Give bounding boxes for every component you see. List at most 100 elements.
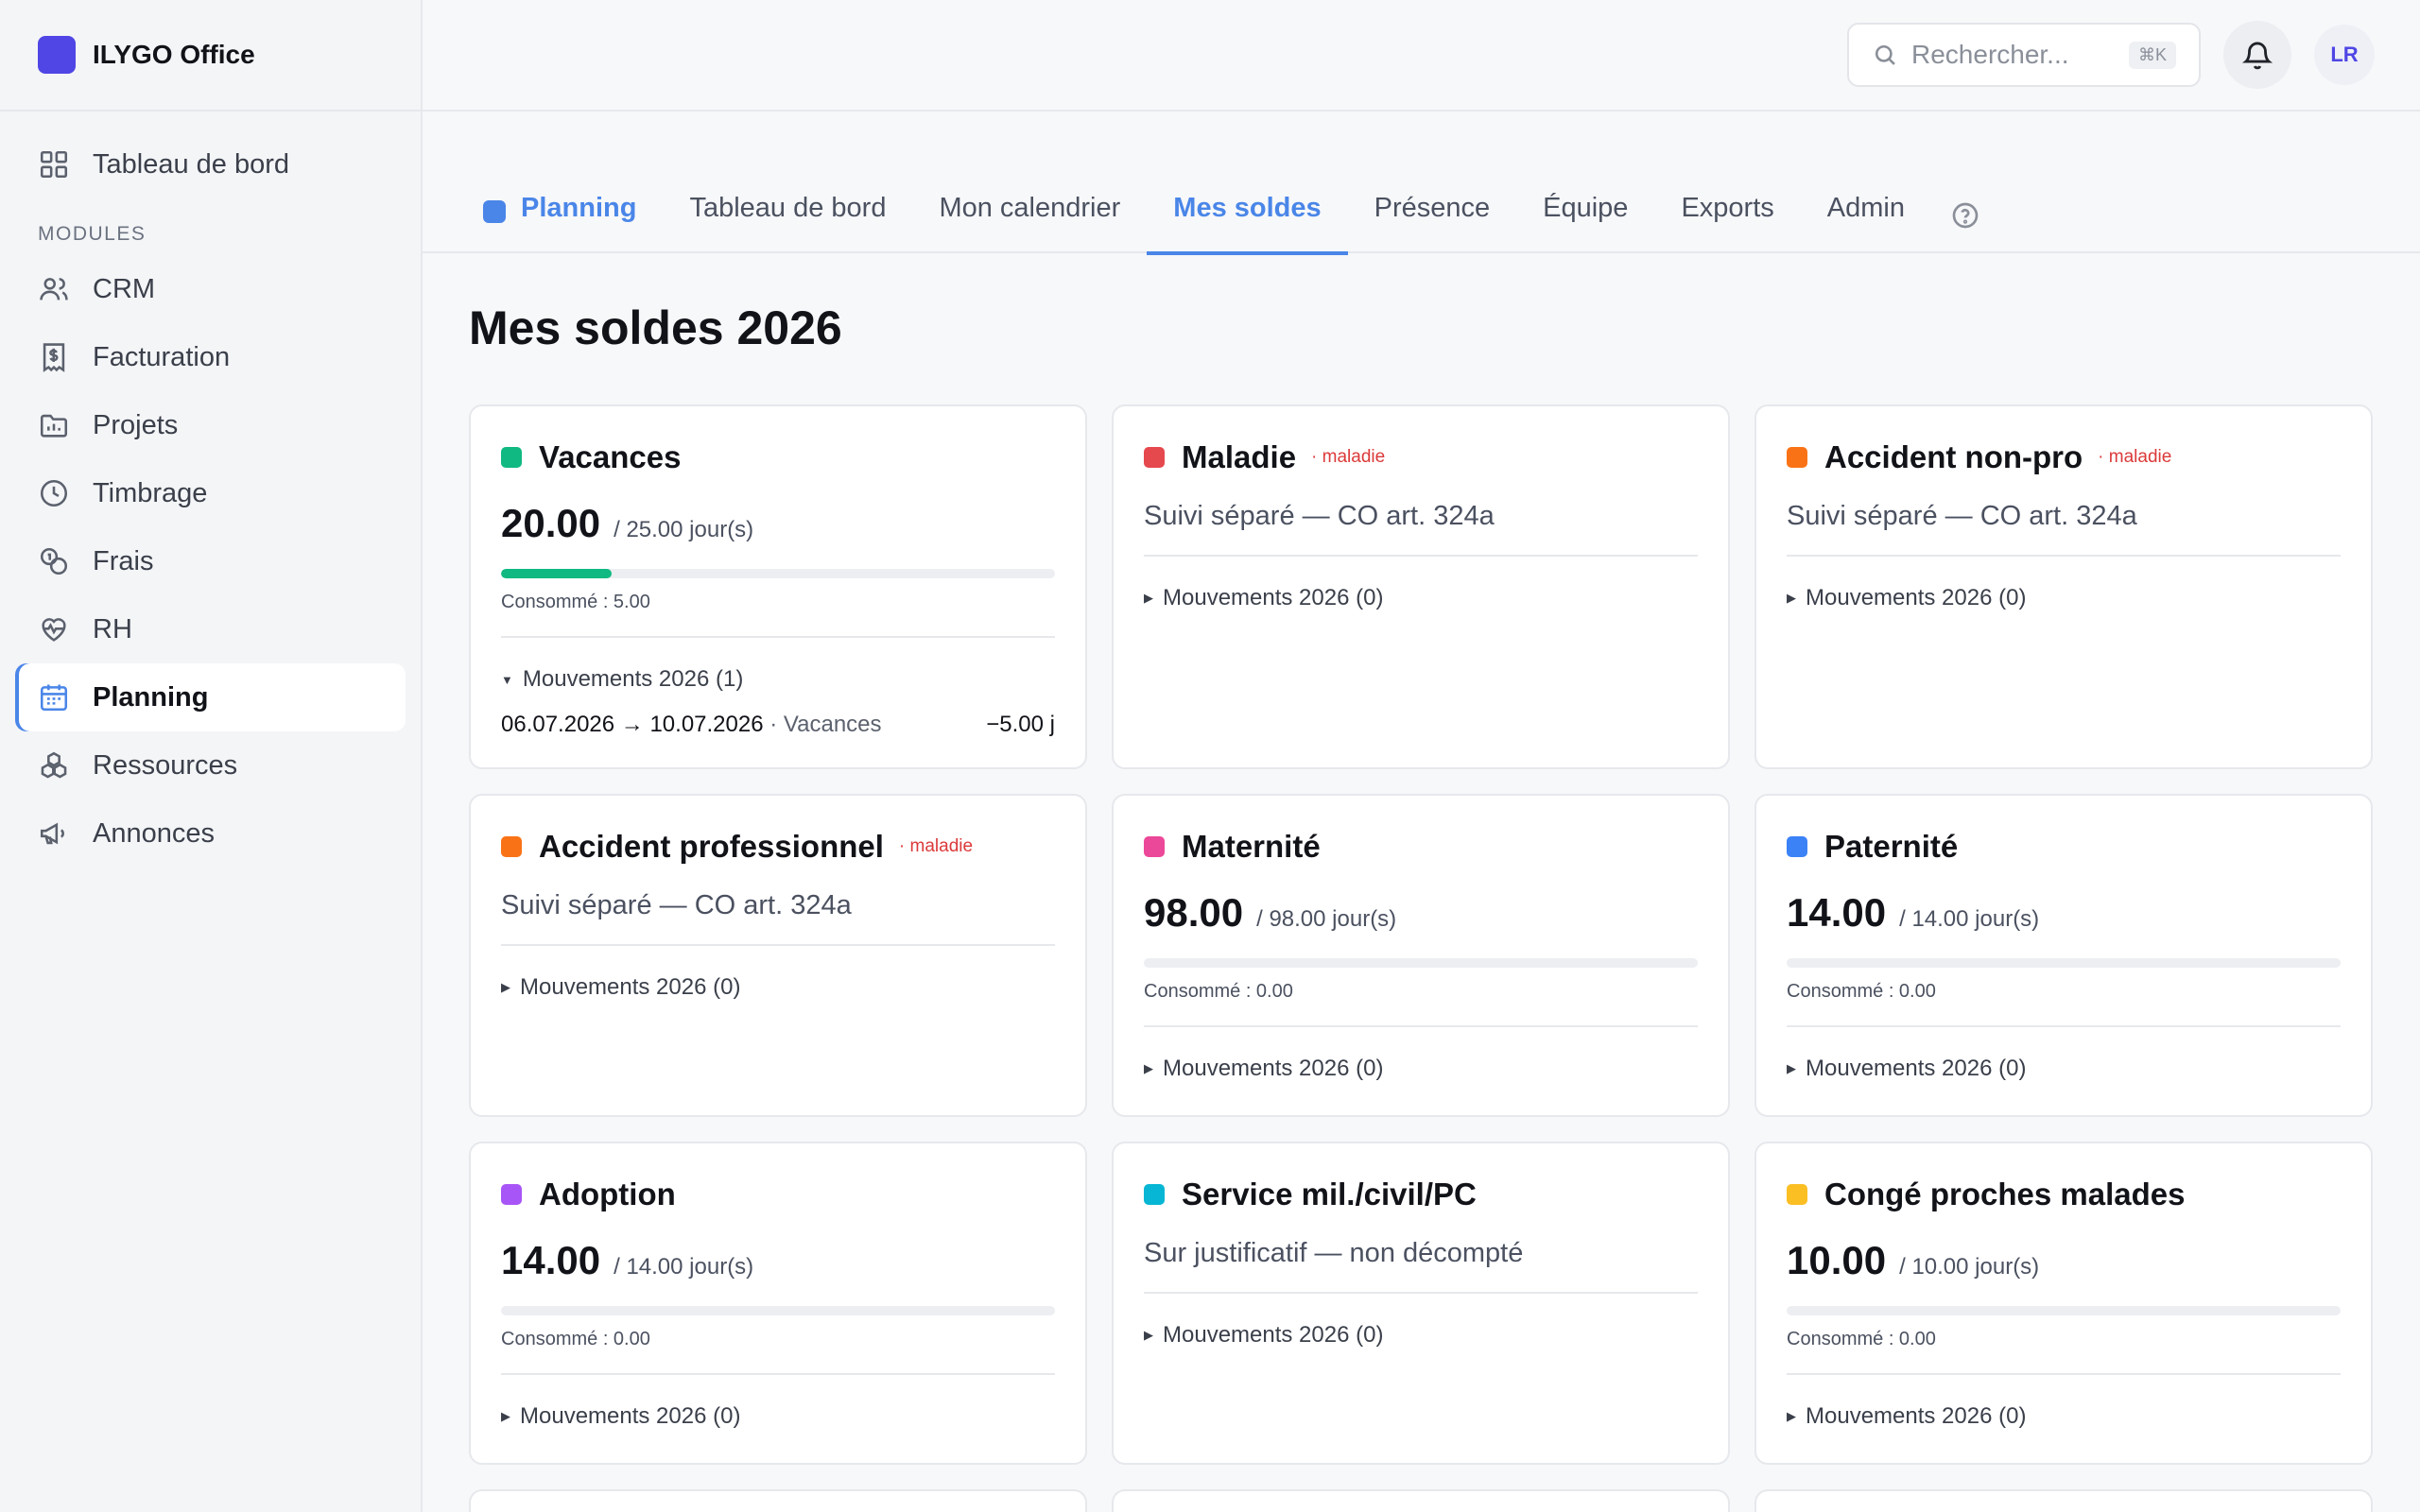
- balance-total: / 98.00 jour(s): [1256, 906, 1397, 932]
- card-note: Sur justificatif — non décompté: [1144, 1238, 1524, 1268]
- heart-pulse-icon: [42, 618, 66, 642]
- category-swatch: [1787, 1184, 1807, 1205]
- sidebar-item-planning[interactable]: Planning: [15, 663, 406, 731]
- category-swatch: [1144, 836, 1165, 857]
- tab-tableau-de-bord[interactable]: Tableau de bord: [663, 176, 912, 253]
- movements-toggle[interactable]: ▶ Mouvements 2026 (0): [1144, 1322, 1698, 1349]
- balance-total: / 10.00 jour(s): [1899, 1254, 2040, 1280]
- tab-equipe[interactable]: Équipe: [1516, 176, 1654, 253]
- movements-toggle[interactable]: ▶ Mouvements 2026 (0): [1787, 1056, 2341, 1082]
- grid-icon: [40, 150, 68, 179]
- category-tag: · maladie: [898, 836, 974, 856]
- movement-row: 06.07.2026 → 10.07.2026 · Vacances −5.00…: [501, 712, 1055, 738]
- movements-label: Mouvements 2026 (0): [1806, 1403, 2027, 1429]
- brand-logo: [38, 36, 76, 74]
- movements-label: Mouvements 2026 (0): [1806, 585, 2027, 610]
- bell-icon: [2241, 42, 2273, 70]
- sidebar-item-facturation[interactable]: Facturation: [15, 323, 406, 391]
- tab-presence[interactable]: Présence: [1348, 176, 1517, 253]
- sidebar-item-projets[interactable]: Projets: [15, 391, 406, 459]
- tab-mes-soldes[interactable]: Mes soldes: [1147, 176, 1348, 255]
- sidebar-item-annonces[interactable]: Annonces: [15, 799, 406, 868]
- sidebar-item-frais[interactable]: Frais: [15, 527, 406, 595]
- sidebar-item-crm[interactable]: CRM: [15, 255, 406, 323]
- consumed-label: Consommé : 0.00: [1787, 981, 1936, 1002]
- card-title: Service mil./civil/PC: [1182, 1177, 1477, 1211]
- sidebar-item-dashboard[interactable]: Tableau de bord: [15, 130, 406, 198]
- consumed-label: Consommé : 5.00: [501, 592, 650, 612]
- tab-planning-module[interactable]: Planning: [483, 176, 663, 253]
- sidebar: ILYGO Office Tableau de bord MODULES CRM…: [0, 0, 423, 1512]
- search-input[interactable]: Rechercher... ⌘K: [1847, 23, 2201, 87]
- topbar: Rechercher... ⌘K LR: [423, 0, 2420, 112]
- caret-right-icon: ▶: [501, 1409, 510, 1423]
- movement-amount: −5.00 j: [986, 712, 1055, 737]
- sidebar-item-label: Annonces: [93, 817, 215, 849]
- movements-label: Mouvements 2026 (0): [1163, 1056, 1384, 1081]
- caret-down-icon: ▼: [501, 672, 513, 687]
- folder-icon: [40, 414, 68, 438]
- sidebar-item-timbrage[interactable]: Timbrage: [15, 459, 406, 527]
- sidebar-nav: Tableau de bord MODULES CRM Facturation …: [0, 112, 421, 868]
- card-title: Congé proches malades: [1824, 1177, 2186, 1211]
- divider: [1787, 1373, 2341, 1375]
- balance-card-accident-professionnel: Accident professionnel · maladie Suivi s…: [469, 794, 1087, 1117]
- main-content: Rechercher... ⌘K LR Planning Tableau de …: [423, 0, 2420, 1512]
- balance-card-partial: [1754, 1489, 2373, 1512]
- progress-bar: [1144, 958, 1698, 968]
- movements-toggle[interactable]: ▶ Mouvements 2026 (0): [501, 1403, 1055, 1430]
- movements-toggle[interactable]: ▶ Mouvements 2026 (0): [501, 974, 1055, 1001]
- calendar-icon: [40, 684, 68, 712]
- card-title: Adoption: [539, 1177, 676, 1211]
- card-note: Suivi séparé — CO art. 324a: [1144, 501, 1495, 531]
- movements-toggle[interactable]: ▼ Mouvements 2026 (1): [501, 666, 1055, 693]
- caret-right-icon: ▶: [1144, 591, 1153, 605]
- search-placeholder: Rechercher...: [1911, 40, 2069, 69]
- balance-cards-grid: Vacances 20.00 / 25.00 jour(s) Consommé …: [469, 404, 2375, 1512]
- balance-card-adoption: Adoption 14.00 / 14.00 jour(s) Consommé …: [469, 1142, 1087, 1465]
- tab-admin[interactable]: Admin: [1801, 176, 1931, 253]
- tab-exports[interactable]: Exports: [1654, 176, 1800, 253]
- consumed-label: Consommé : 0.00: [1144, 981, 1293, 1002]
- avatar[interactable]: LR: [2314, 25, 2375, 85]
- category-swatch: [1787, 447, 1807, 468]
- sidebar-item-label: Timbrage: [93, 477, 208, 508]
- brand[interactable]: ILYGO Office: [0, 0, 421, 112]
- card-title: Maternité: [1182, 829, 1321, 864]
- movement-dates: 06.07.2026 → 10.07.2026: [501, 712, 764, 737]
- notifications-button[interactable]: [2223, 21, 2291, 89]
- divider: [1144, 555, 1698, 557]
- tab-mon-calendrier[interactable]: Mon calendrier: [912, 176, 1147, 253]
- balance-card-maternite: Maternité 98.00 / 98.00 jour(s) Consommé…: [1112, 794, 1730, 1117]
- movements-toggle[interactable]: ▶ Mouvements 2026 (0): [1787, 1403, 2341, 1430]
- planning-dot-icon: [483, 200, 506, 223]
- divider: [1787, 555, 2341, 557]
- consumed-label: Consommé : 0.00: [1787, 1329, 1936, 1349]
- megaphone-icon: [40, 822, 64, 845]
- section-label: MODULES: [38, 223, 147, 245]
- card-note: Suivi séparé — CO art. 324a: [1787, 501, 2137, 531]
- divider: [1787, 1025, 2341, 1027]
- card-title: Accident professionnel: [539, 829, 884, 864]
- help-icon[interactable]: [1950, 200, 1980, 231]
- divider: [501, 1373, 1055, 1375]
- category-tag: · maladie: [1311, 447, 1386, 467]
- caret-right-icon: ▶: [1144, 1328, 1153, 1342]
- balance-total: / 25.00 jour(s): [614, 517, 754, 542]
- sidebar-item-ressources[interactable]: Ressources: [15, 731, 406, 799]
- movements-toggle[interactable]: ▶ Mouvements 2026 (0): [1144, 1056, 1698, 1082]
- coins-icon: [40, 547, 68, 576]
- caret-right-icon: ▶: [501, 980, 510, 994]
- sidebar-item-label: CRM: [93, 273, 156, 304]
- search-icon: [1875, 44, 1895, 65]
- movements-toggle[interactable]: ▶ Mouvements 2026 (0): [1144, 585, 1698, 611]
- category-swatch: [1144, 1184, 1165, 1205]
- card-note: Suivi séparé — CO art. 324a: [501, 890, 852, 920]
- balance-card-service: Service mil./civil/PC Sur justificatif —…: [1112, 1142, 1730, 1465]
- category-swatch: [1144, 447, 1165, 468]
- movements-toggle[interactable]: ▶ Mouvements 2026 (0): [1787, 585, 2341, 611]
- sidebar-item-label: Frais: [93, 545, 154, 576]
- sidebar-item-rh[interactable]: RH: [15, 595, 406, 663]
- boxes-icon: [41, 751, 67, 779]
- clock-icon: [40, 479, 68, 507]
